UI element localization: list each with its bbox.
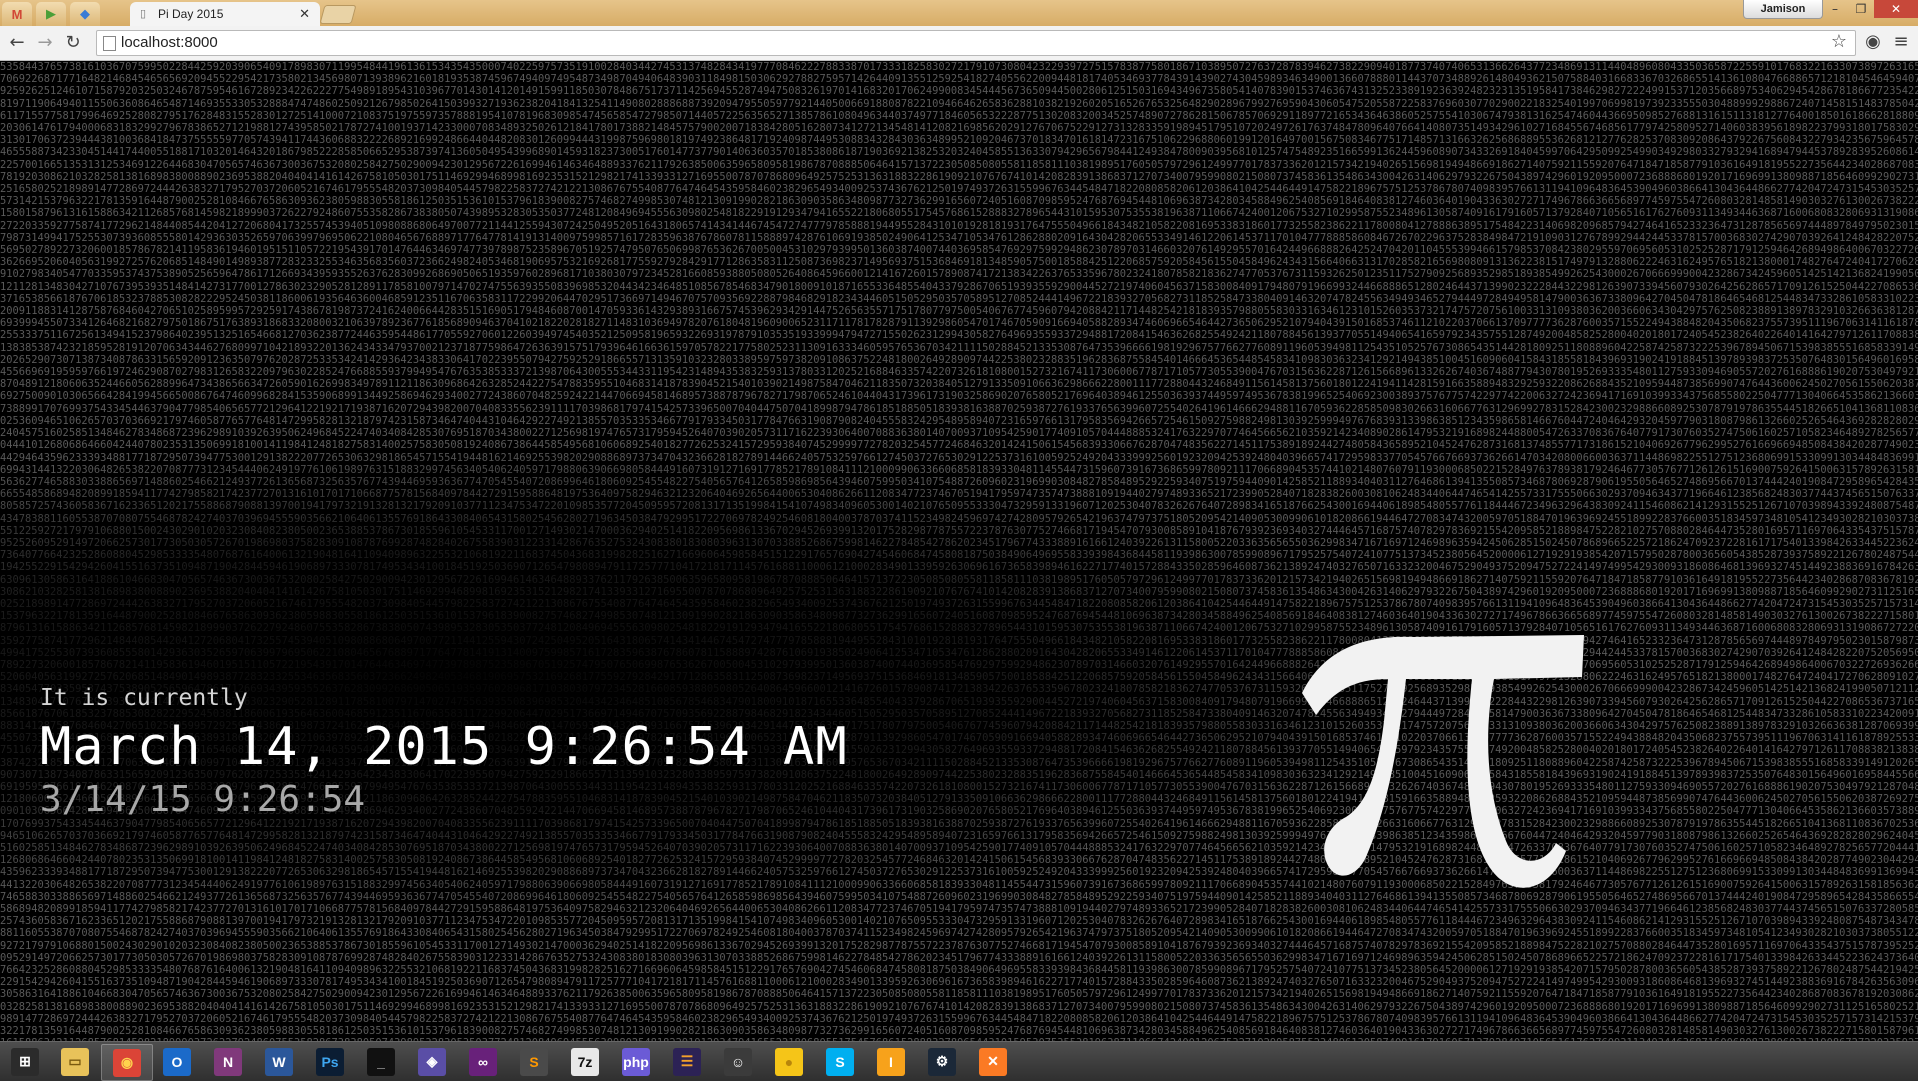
new-tab-button[interactable] (319, 5, 357, 24)
bookmark-star-icon[interactable]: ☆ (1828, 31, 1850, 53)
steam-icon: ⚙ (928, 1047, 956, 1076)
visual-studio-icon: ∞ (469, 1047, 497, 1076)
pinned-tab-play-store[interactable]: ▶ (36, 2, 66, 26)
text-backdrop (0, 61, 1918, 1041)
photoshop-icon: Ps (316, 1047, 344, 1076)
taskbar-item-file-explorer[interactable]: ▭ (50, 1044, 100, 1079)
taskbar-item-xampp[interactable]: ✕ (968, 1044, 1018, 1079)
back-arrow-icon[interactable]: ← (6, 32, 28, 54)
phpstorm-icon: php (622, 1047, 650, 1076)
intellij-icon: I (877, 1047, 905, 1076)
pi-symbol-icon (1302, 635, 1584, 888)
sublime-text-icon: S (520, 1047, 548, 1076)
gmail-icon: M (11, 6, 23, 22)
page-icon (103, 36, 116, 51)
browser-toolbar: ← → ↻ localhost:8000 ☆ ◉ ≡ (0, 26, 1918, 61)
taskbar-item-onenote[interactable]: N (203, 1044, 253, 1079)
date-display: It is currently March 14, 2015 9:26:54 A… (40, 685, 848, 820)
onenote-icon: N (214, 1047, 242, 1076)
minimize-icon[interactable]: – (1822, 0, 1848, 18)
taskbar-item-word[interactable]: W (254, 1044, 304, 1079)
taskbar-item-terminal[interactable]: _ (356, 1044, 406, 1079)
pidgin-icon: ☺ (724, 1047, 752, 1076)
word-icon: W (265, 1047, 293, 1076)
browser-titlebar: M ▶ ◆ ▯ Pi Day 2015 ✕ Jamison – ❐ ✕ (0, 0, 1918, 26)
close-tab-icon[interactable]: ✕ (299, 6, 310, 22)
file-explorer-icon: ▭ (61, 1047, 89, 1076)
tab-pi-day-2015[interactable]: ▯ Pi Day 2015 ✕ (130, 2, 320, 26)
taskbar-item-photoshop[interactable]: Ps (305, 1044, 355, 1079)
taskbar-item-7zip[interactable]: 7z (560, 1044, 610, 1079)
extension-icon[interactable]: ◉ (1862, 31, 1884, 53)
xampp-icon: ✕ (979, 1047, 1007, 1076)
taskbar-item-chrome[interactable]: ◉ (101, 1044, 153, 1081)
taskbar-item-skype[interactable]: S (815, 1044, 865, 1079)
taskbar-item-eclipse[interactable]: ☰ (662, 1044, 712, 1079)
chrome-icon: ◉ (113, 1048, 141, 1077)
page-favicon-icon: ▯ (140, 8, 147, 20)
taskbar-item-norton[interactable]: ● (764, 1044, 814, 1079)
taskbar-item-steam[interactable]: ⚙ (917, 1044, 967, 1079)
norton-icon: ● (775, 1047, 803, 1076)
taskbar-item-visual-studio-blend[interactable]: ◈ (407, 1044, 457, 1079)
start-button: ⊞ (11, 1047, 39, 1076)
page-viewport: 5358443765738161036707599502284425920390… (0, 61, 1918, 1041)
forward-arrow-icon[interactable]: → (34, 32, 56, 54)
close-window-icon[interactable]: ✕ (1874, 0, 1918, 18)
restore-icon[interactable]: ❐ (1848, 0, 1874, 18)
address-url[interactable]: localhost:8000 (121, 31, 218, 55)
long-date: March 14, 2015 9:26:54 AM (40, 717, 848, 777)
eclipse-icon: ☰ (673, 1047, 701, 1076)
menu-icon[interactable]: ≡ (1890, 31, 1912, 53)
pinned-tab-drive[interactable]: ◆ (70, 2, 100, 26)
windows-taskbar: ⊞ ▭ ◉ O N W Ps _ ◈ ∞ S 7z php ☰ ☺ ● S I ⚙ ✕ (0, 1041, 1918, 1081)
skype-icon: S (826, 1047, 854, 1076)
reload-icon[interactable]: ↻ (62, 32, 84, 54)
taskbar-item-outlook[interactable]: O (152, 1044, 202, 1079)
taskbar-item-pidgin[interactable]: ☺ (713, 1044, 763, 1079)
taskbar-item-visual-studio[interactable]: ∞ (458, 1044, 508, 1079)
pinned-tab-gmail[interactable]: M (2, 2, 32, 26)
taskbar-item-sublime-text[interactable]: S (509, 1044, 559, 1079)
visual-studio-blend-icon: ◈ (418, 1047, 446, 1076)
terminal-icon: _ (367, 1047, 395, 1076)
address-bar[interactable]: localhost:8000 (96, 30, 1856, 56)
drive-icon: ◆ (80, 6, 90, 22)
intro-text: It is currently (40, 685, 248, 711)
7zip-icon: 7z (571, 1047, 599, 1076)
taskbar-item-intellij[interactable]: I (866, 1044, 916, 1079)
taskbar-item-phpstorm[interactable]: php (611, 1044, 661, 1079)
short-date: 3/14/15 9:26:54 (40, 779, 366, 820)
play-store-icon: ▶ (46, 6, 56, 22)
taskbar-item-start-button[interactable]: ⊞ (0, 1044, 50, 1079)
outlook-icon: O (163, 1047, 191, 1076)
tab-title: Pi Day 2015 (158, 7, 224, 21)
profile-button[interactable]: Jamison (1743, 0, 1823, 19)
